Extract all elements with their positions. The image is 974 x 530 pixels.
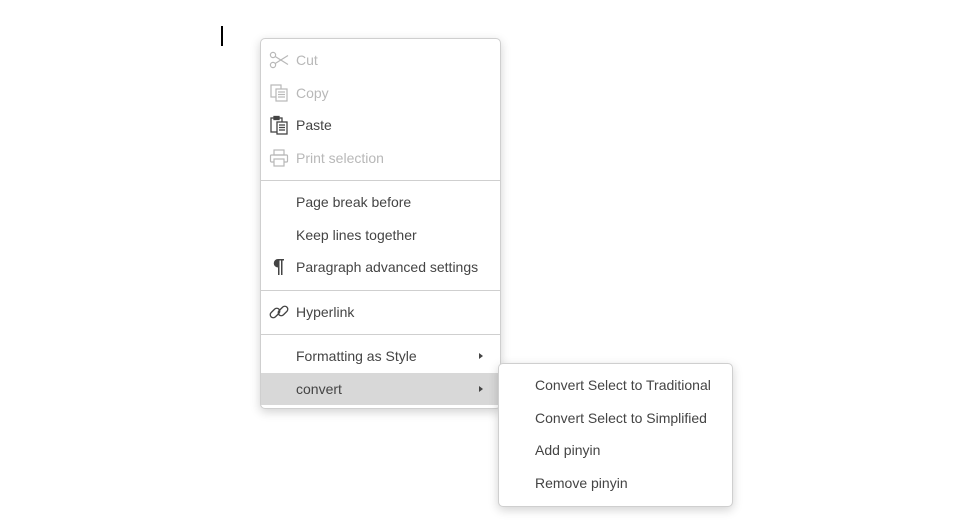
- menu-item-page-break-before[interactable]: Page break before: [261, 186, 500, 219]
- menu-separator: [261, 289, 500, 291]
- menu-item-label: Page break before: [296, 194, 412, 211]
- menu-item-label: Cut: [296, 52, 318, 69]
- menu-item-label: convert: [296, 380, 342, 397]
- context-menu: Cut Copy Paste Print selection Page brea…: [260, 38, 501, 409]
- menu-item-paste[interactable]: Paste: [261, 109, 500, 142]
- scissors-icon: [268, 49, 290, 71]
- paste-icon: [268, 114, 290, 136]
- pilcrow-icon: [268, 256, 290, 278]
- submenu-arrow-icon: [479, 353, 483, 360]
- copy-icon: [268, 82, 290, 104]
- convert-submenu: Convert Select to Traditional Convert Se…: [498, 363, 733, 507]
- submenu-item-remove-pinyin[interactable]: Remove pinyin: [499, 467, 732, 500]
- menu-item-formatting-as-style[interactable]: Formatting as Style: [261, 340, 500, 373]
- menu-item-keep-lines-together[interactable]: Keep lines together: [261, 219, 500, 252]
- menu-item-cut[interactable]: Cut: [261, 44, 500, 77]
- menu-item-convert[interactable]: convert: [261, 372, 500, 405]
- menu-item-label: Paragraph advanced settings: [296, 259, 479, 276]
- menu-item-hyperlink[interactable]: Hyperlink: [261, 296, 500, 329]
- submenu-item-add-pinyin[interactable]: Add pinyin: [499, 434, 732, 467]
- menu-item-label: Hyperlink: [296, 303, 355, 320]
- menu-separator: [261, 334, 500, 335]
- text-cursor: [221, 26, 223, 46]
- printer-icon: [268, 147, 290, 169]
- submenu-item-convert-to-simplified[interactable]: Convert Select to Simplified: [499, 402, 732, 435]
- menu-item-copy[interactable]: Copy: [261, 77, 500, 110]
- menu-item-label: Keep lines together: [296, 226, 417, 243]
- menu-item-print-selection[interactable]: Print selection: [261, 142, 500, 175]
- menu-item-label: Paste: [296, 117, 332, 134]
- submenu-item-label: Add pinyin: [535, 442, 601, 459]
- menu-separator: [261, 180, 500, 181]
- submenu-item-label: Convert Select to Traditional: [535, 377, 711, 394]
- menu-item-label: Formatting as Style: [296, 348, 417, 365]
- submenu-item-convert-to-traditional[interactable]: Convert Select to Traditional: [499, 369, 732, 402]
- submenu-item-label: Remove pinyin: [535, 474, 628, 491]
- menu-item-label: Print selection: [296, 149, 384, 166]
- menu-item-paragraph-advanced-settings[interactable]: Paragraph advanced settings: [261, 251, 500, 284]
- submenu-item-label: Convert Select to Simplified: [535, 409, 707, 426]
- menu-item-label: Copy: [296, 84, 329, 101]
- link-icon: [268, 301, 290, 323]
- submenu-arrow-icon: [479, 385, 483, 392]
